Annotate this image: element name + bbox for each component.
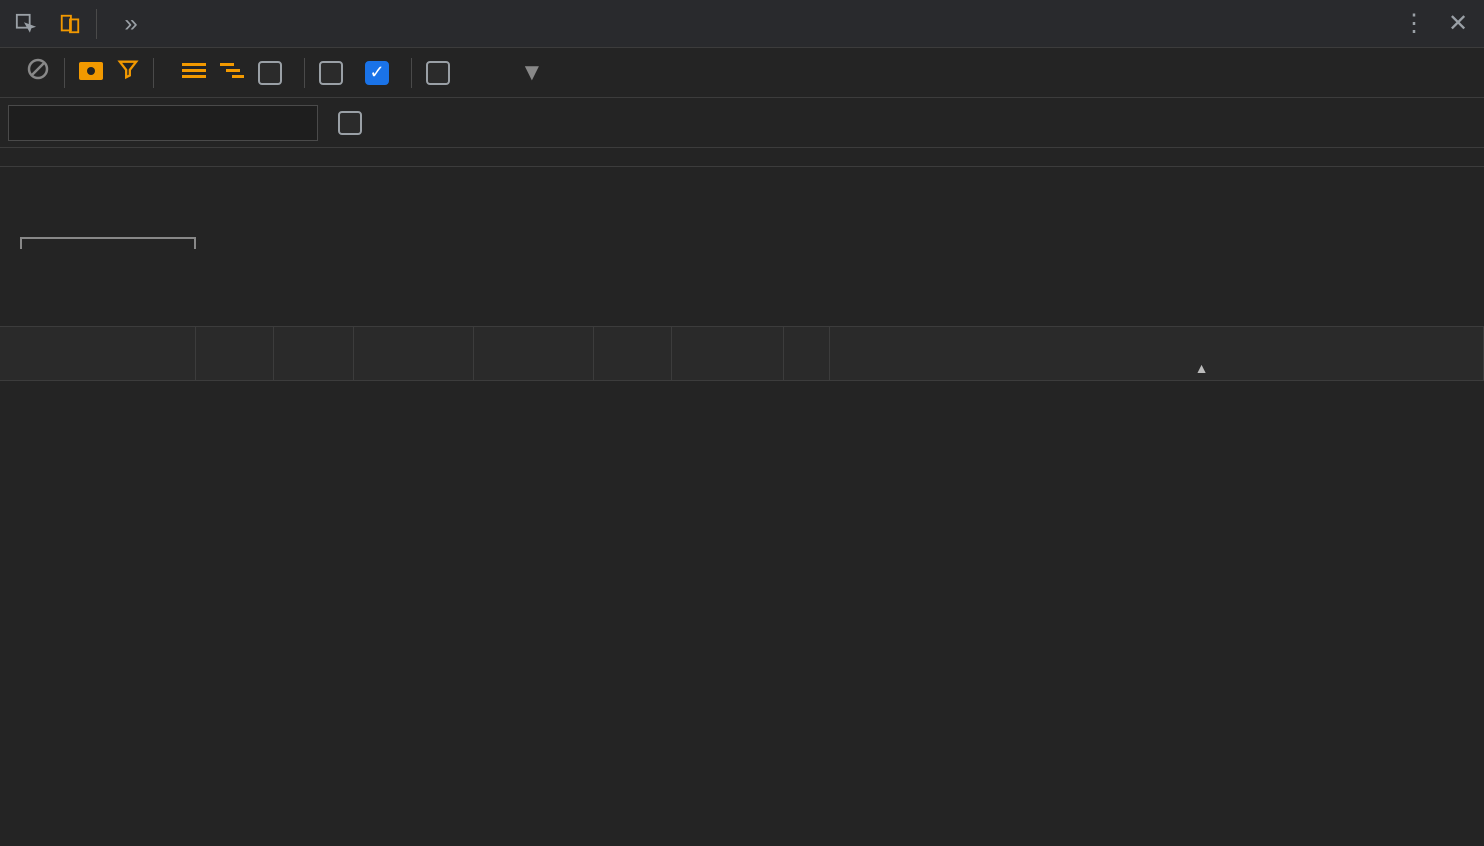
checkbox-icon[interactable] [426,61,450,85]
checkbox-icon[interactable] [258,61,282,85]
filter-bar [0,98,1484,148]
col-protocol[interactable] [274,327,354,380]
hide-data-urls-option[interactable] [338,111,370,135]
list-view-icon[interactable] [182,59,206,87]
filmstrip [0,148,1484,167]
col-status[interactable] [196,327,274,380]
network-toolbar: ✓ ▼ [0,48,1484,98]
overview-timeline[interactable] [0,167,1484,327]
more-tabs-icon[interactable]: » [113,6,149,42]
separator [153,58,154,88]
preserve-log-option[interactable] [319,61,351,85]
col-more[interactable] [784,327,830,380]
close-icon[interactable]: ✕ [1440,6,1476,42]
separator [304,58,305,88]
offline-option[interactable] [426,61,458,85]
clear-icon[interactable] [26,57,50,88]
group-by-frame-option[interactable] [258,61,290,85]
capture-screenshots-icon[interactable] [79,59,103,87]
device-toggle-icon[interactable] [52,6,88,42]
col-type[interactable] [474,327,594,380]
filter-icon[interactable] [117,58,139,87]
filter-input[interactable] [8,105,318,141]
inspect-icon[interactable] [8,6,44,42]
separator [64,58,65,88]
checkbox-icon[interactable] [319,61,343,85]
col-waterfall[interactable]: ▲ [830,327,1484,380]
col-initiator[interactable] [594,327,672,380]
devtools-tabbar: » ⋮ ✕ [0,0,1484,48]
kebab-menu-icon[interactable]: ⋮ [1396,6,1432,42]
col-domain[interactable] [354,327,474,380]
disable-cache-option[interactable]: ✓ [365,61,397,85]
sort-indicator-icon: ▲ [1195,360,1209,376]
chevron-down-icon: ▼ [520,59,544,87]
col-size[interactable] [672,327,784,380]
overview-range-handle[interactable] [20,237,196,249]
waterfall-view-icon[interactable] [220,59,244,87]
requests-table: ▲ [0,327,1484,685]
throttling-select[interactable]: ▼ [472,59,544,87]
col-name[interactable] [0,327,196,380]
separator [411,58,412,88]
separator [96,9,97,39]
checkbox-icon[interactable]: ✓ [365,61,389,85]
checkbox-icon[interactable] [338,111,362,135]
table-header: ▲ [0,327,1484,381]
